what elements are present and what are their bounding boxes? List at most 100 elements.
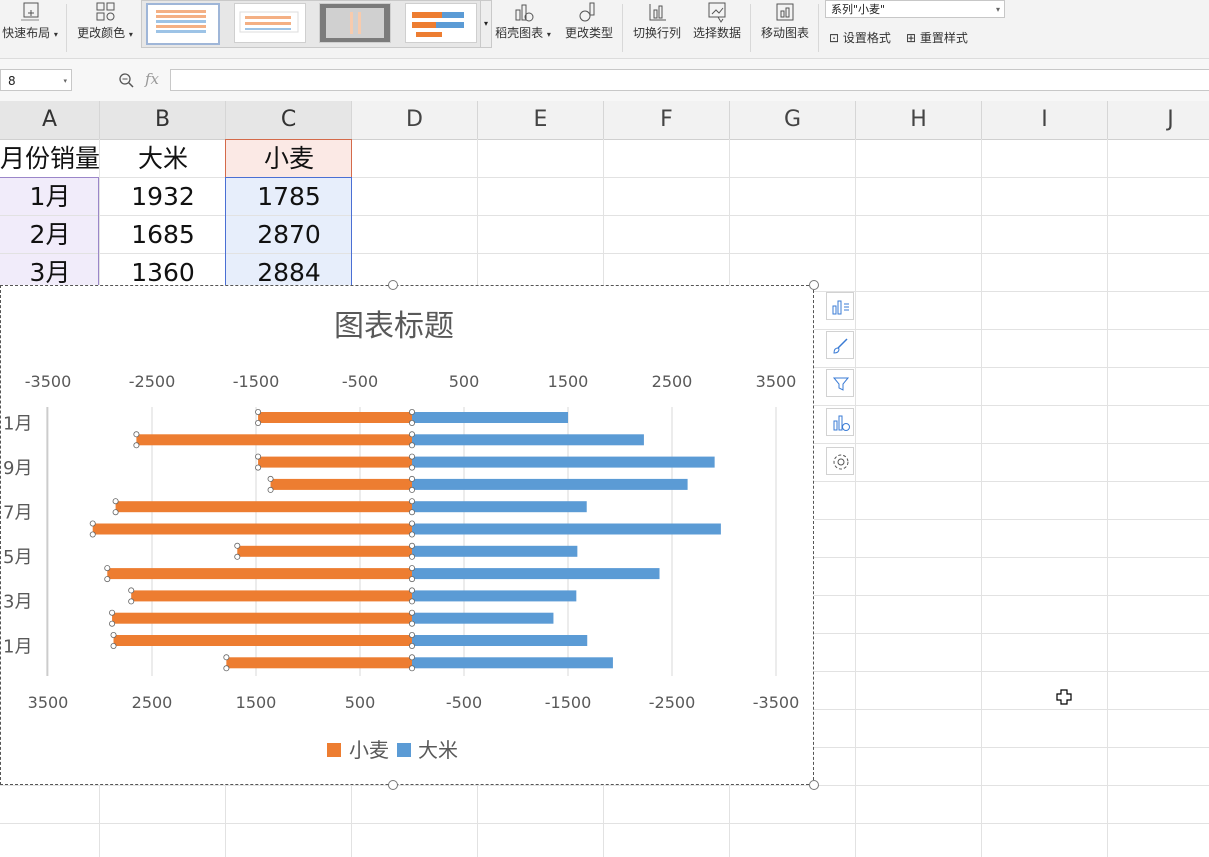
bar-wheat[interactable]: [107, 568, 412, 580]
chart-area[interactable]: 图表标题 -3500 -2500 -1500 -500 500 1500 2500 3500 …: [0, 285, 814, 785]
legend-label-wheat[interactable]: 小麦: [349, 738, 389, 762]
template-chart-button[interactable]: 稻壳图表 ▾: [494, 0, 552, 56]
bar-rice[interactable]: [412, 612, 554, 624]
column-header-j[interactable]: J: [1108, 101, 1209, 139]
selection-handle: [408, 475, 415, 482]
column-header-e[interactable]: E: [478, 101, 604, 139]
legend-label-rice[interactable]: 大米: [418, 738, 458, 762]
bar-rice[interactable]: [412, 635, 588, 646]
column-header-h[interactable]: H: [856, 101, 982, 139]
selection-handle: [104, 576, 111, 583]
series-selector-dropdown[interactable]: 系列"小麦" ▾: [825, 0, 1005, 18]
bar-rice[interactable]: [412, 434, 644, 446]
chart-filter-button[interactable]: [826, 369, 854, 397]
bar-rice[interactable]: [412, 568, 660, 580]
selection-handle: [109, 620, 116, 627]
bar-rice[interactable]: [412, 590, 577, 602]
resize-handle-top-right[interactable]: [809, 280, 819, 290]
resize-handle-bottom-right[interactable]: [809, 780, 819, 790]
resize-handle-top[interactable]: [388, 280, 398, 290]
fx-icon[interactable]: fx: [145, 70, 159, 88]
formula-input[interactable]: [170, 69, 1209, 91]
bar-wheat[interactable]: [258, 412, 412, 423]
bar-wheat[interactable]: [270, 478, 412, 490]
butterfly-bar-chart[interactable]: 图表标题 -3500 -2500 -1500 -500 500 1500 2500 3500 …: [1, 286, 815, 786]
column-header-c[interactable]: C: [226, 101, 352, 139]
bar-wheat[interactable]: [131, 590, 412, 602]
chart-template-icon: [833, 415, 850, 431]
bottom-axis-tick-label: 2500: [132, 693, 173, 712]
change-color-button[interactable]: 更改颜色 ▾: [72, 0, 138, 56]
bar-rice[interactable]: [412, 412, 568, 423]
cell-cursor-icon: [1056, 689, 1072, 705]
template-chart-label: 稻壳图表: [495, 26, 544, 40]
bar-rice[interactable]: [412, 657, 613, 669]
chevron-down-icon: ▾: [63, 77, 67, 85]
reset-style-button[interactable]: ⊞ 重置样式: [906, 29, 968, 46]
bar-wheat[interactable]: [136, 434, 412, 446]
bar-wheat[interactable]: [113, 635, 413, 646]
style-preview-icon: [412, 12, 464, 37]
chart-title[interactable]: 图表标题: [334, 309, 454, 344]
chart-legend[interactable]: 小麦 大米: [327, 738, 458, 762]
cell-b2[interactable]: 1932: [100, 178, 226, 215]
bottom-value-axis[interactable]: 3500 2500 1500 500 -500 -1500 -2500 -3500: [28, 693, 800, 712]
column-header-g[interactable]: G: [730, 101, 856, 139]
bottom-axis-tick-label: 1500: [236, 693, 277, 712]
bar-rice[interactable]: [412, 456, 715, 468]
chart-style-thumb-2[interactable]: [234, 3, 306, 43]
bar-rice[interactable]: [412, 523, 721, 535]
chart-style-button[interactable]: [826, 331, 854, 359]
formula-bar: 8 ▾ fx: [0, 59, 1209, 102]
top-value-axis[interactable]: -3500 -2500 -1500 -500 500 1500 2500 3500: [25, 372, 797, 391]
bar-wheat[interactable]: [226, 657, 412, 669]
chart-settings-button[interactable]: [826, 447, 854, 475]
gallery-more-button[interactable]: ▾: [480, 0, 492, 48]
bar-wheat[interactable]: [258, 456, 412, 468]
bar-wheat[interactable]: [115, 501, 412, 513]
cell-b1[interactable]: 大米: [100, 140, 226, 177]
chart-style-thumb-3[interactable]: [319, 3, 391, 43]
chart-elements-button[interactable]: [826, 292, 854, 320]
selection-handle: [234, 542, 241, 549]
change-type-label: 更改类型: [564, 26, 613, 40]
column-header-f[interactable]: F: [604, 101, 730, 139]
bar-rice[interactable]: [412, 478, 688, 490]
bar-rice[interactable]: [412, 501, 587, 513]
chart-template-button[interactable]: [826, 408, 854, 436]
column-header-b[interactable]: B: [100, 101, 226, 139]
chart-style-thumb-4[interactable]: [405, 3, 477, 43]
bar-wheat[interactable]: [112, 612, 413, 624]
bar-wheat[interactable]: [92, 523, 412, 535]
category-axis[interactable]: 1月 3月 5月 7月 9月 1月: [3, 413, 32, 657]
cell-b3[interactable]: 1685: [100, 216, 226, 253]
column-header-d[interactable]: D: [352, 101, 478, 139]
selection-handle: [112, 509, 119, 516]
bottom-axis-tick-label: -1500: [545, 693, 592, 712]
gear-icon: [833, 454, 849, 470]
column-headers: A B C D E F G H I J: [0, 101, 1209, 140]
selection-handle: [408, 464, 415, 471]
bar-wheat[interactable]: [237, 545, 412, 557]
switch-row-col-button[interactable]: 切换行列: [628, 0, 686, 56]
resize-handle-bottom[interactable]: [388, 780, 398, 790]
chart-style-thumb-1[interactable]: [146, 3, 220, 45]
name-box[interactable]: 8 ▾: [0, 69, 72, 91]
cell-a1[interactable]: 月份销量: [0, 140, 100, 177]
selection-handle: [104, 565, 111, 572]
quick-layout-button[interactable]: 快速布局 ▾: [0, 0, 60, 56]
selection-handle: [408, 442, 415, 449]
column-header-a[interactable]: A: [0, 101, 100, 139]
top-axis-tick-label: -500: [342, 372, 378, 391]
select-data-icon: [708, 2, 726, 23]
selection-handle: [408, 598, 415, 605]
zoom-icon[interactable]: [118, 72, 134, 88]
chart-bars[interactable]: [92, 412, 721, 669]
column-header-i[interactable]: I: [982, 101, 1108, 139]
range-highlight-series-values: [225, 177, 352, 290]
set-format-button[interactable]: ⊡ 设置格式: [829, 29, 891, 46]
move-chart-button[interactable]: 移动图表: [756, 0, 814, 56]
bar-rice[interactable]: [412, 545, 578, 557]
change-type-button[interactable]: 更改类型: [560, 0, 618, 56]
select-data-button[interactable]: 选择数据: [688, 0, 746, 56]
